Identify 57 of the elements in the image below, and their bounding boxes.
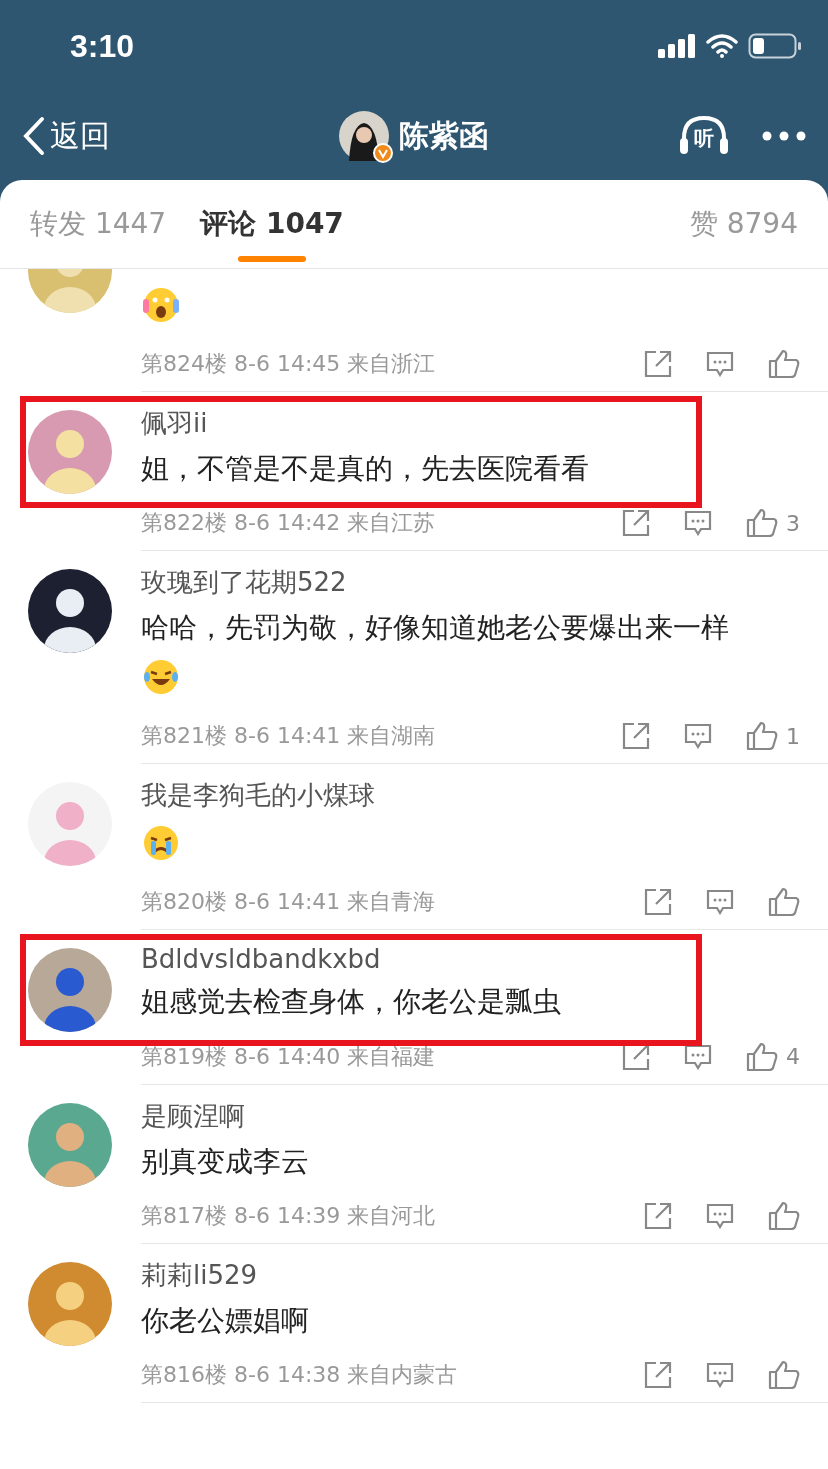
tab[interactable]: 评论 1047 (200, 180, 344, 268)
username[interactable]: 莉莉li529 (141, 1257, 800, 1293)
thumbs-up-icon (768, 887, 800, 918)
comment-icon[interactable] (684, 723, 712, 750)
username[interactable]: 是顾涅啊 (141, 1098, 800, 1134)
thumbs-up-icon (746, 721, 778, 752)
listen-button[interactable]: 听 (678, 114, 730, 158)
share-icon[interactable] (644, 888, 672, 917)
share-icon[interactable] (644, 350, 672, 378)
comment-text: 哈哈，先罚为敬，好像知道她老公要爆出来一样 (141, 610, 730, 647)
share-icon[interactable] (622, 722, 650, 751)
username[interactable]: Bdldvsldbandkxbd (141, 944, 800, 975)
like-button[interactable] (768, 887, 800, 918)
thumbs-up-icon (768, 349, 800, 379)
comment-text: 别真变成李云 (141, 1143, 310, 1180)
like-button[interactable] (768, 349, 800, 379)
wifi-icon (706, 34, 738, 58)
comment-text: 姐，不管是不是真的，先去医院看看 (141, 451, 590, 487)
back-icon (22, 116, 46, 156)
like-button[interactable] (768, 1359, 800, 1390)
share-icon[interactable] (644, 1201, 672, 1230)
share-icon[interactable] (622, 509, 650, 538)
comment-meta: 第820楼 8-6 14:41 来自青海 (141, 888, 437, 917)
status-time: 3:10 (70, 27, 135, 65)
username[interactable]: 我是李狗毛的小煤球 (141, 778, 800, 814)
comment-meta: 第816楼 8-6 14:38 来自内蒙古 (141, 1360, 459, 1389)
comment-icon[interactable] (706, 889, 734, 916)
like-button[interactable]: 4 (746, 1041, 800, 1072)
signal-icon (658, 34, 696, 58)
emoji-icon (141, 285, 181, 325)
comment-text: 你老公嫖娼啊 (141, 1302, 310, 1339)
like-button[interactable] (768, 1200, 800, 1231)
username[interactable]: 玫瑰到了花期522 (141, 565, 800, 601)
comment-icon[interactable] (706, 351, 734, 377)
comment-meta: 第817楼 8-6 14:39 来自河北 (141, 1201, 437, 1230)
comment-meta: 第821楼 8-6 14:41 来自湖南 (141, 722, 437, 751)
back-button[interactable]: 返回 (22, 115, 110, 157)
comment-icon[interactable] (684, 510, 712, 537)
battery-icon (748, 33, 802, 59)
thumbs-up-icon (746, 1041, 778, 1072)
like-button[interactable]: 3 (746, 508, 800, 539)
comment-meta: 第824楼 8-6 14:45 来自浙江 (141, 350, 437, 378)
like-button[interactable]: 1 (746, 721, 800, 752)
share-icon[interactable] (644, 1360, 672, 1389)
comment-icon[interactable] (706, 1202, 734, 1229)
comment-meta: 第819楼 8-6 14:40 来自福建 (141, 1042, 437, 1071)
comment-icon[interactable] (684, 1043, 712, 1070)
more-icon[interactable] (762, 131, 806, 141)
comment-meta: 第822楼 8-6 14:42 来自江苏 (141, 509, 437, 538)
avatar[interactable] (339, 111, 389, 161)
thumbs-up-icon (768, 1359, 800, 1390)
profile-name: 陈紫函 (399, 116, 489, 155)
thumbs-up-icon (746, 508, 778, 539)
username[interactable]: 佩羽ii (141, 406, 800, 441)
comment-text: 姐感觉去检查身体，你老公是瓢虫 (141, 984, 562, 1021)
comment-icon[interactable] (706, 1361, 734, 1388)
thumbs-up-icon (768, 1200, 800, 1231)
